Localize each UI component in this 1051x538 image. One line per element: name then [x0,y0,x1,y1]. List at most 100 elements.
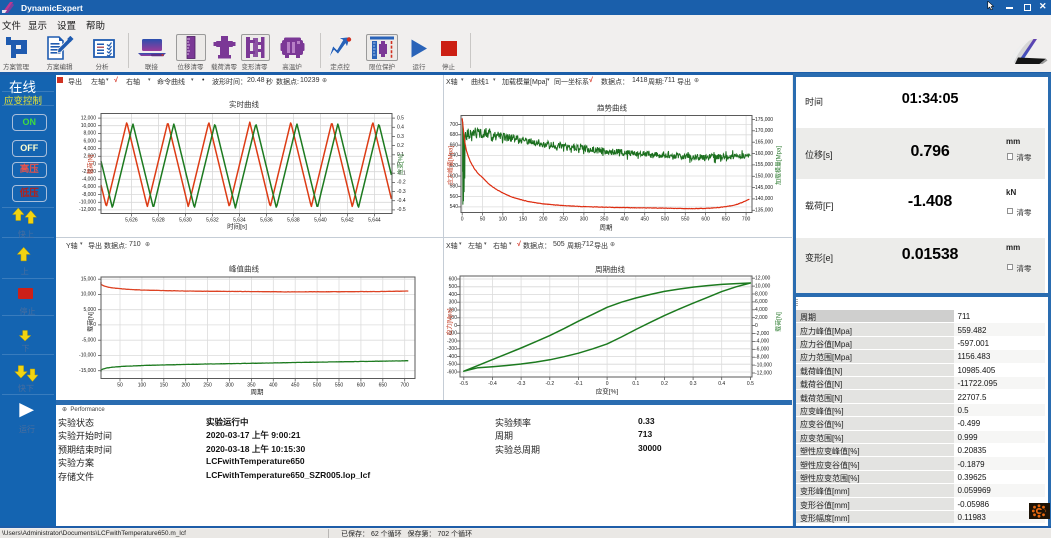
svg-text:200: 200 [182,383,191,389]
svg-text:5,628: 5,628 [152,217,165,223]
svg-text:0.4: 0.4 [718,381,725,387]
svg-text:0.2: 0.2 [397,142,404,148]
svg-text:5,632: 5,632 [206,217,219,223]
svg-text:650: 650 [722,216,731,222]
svg-text:应力[Mpa]: 应力[Mpa] [446,308,454,335]
svg-text:-0.3: -0.3 [517,381,526,387]
svg-text:250: 250 [203,383,212,389]
svg-text:175,000: 175,000 [755,116,773,122]
svg-text:300: 300 [449,300,458,306]
svg-text:5,640: 5,640 [314,217,327,223]
svg-text:-0.4: -0.4 [397,198,406,204]
svg-text:500: 500 [661,216,670,222]
svg-text:4,000: 4,000 [755,307,768,313]
svg-text:100: 100 [499,216,508,222]
svg-text:趋势曲线: 趋势曲线 [597,102,627,112]
svg-text:450: 450 [291,383,300,389]
svg-text:165,000: 165,000 [755,139,773,145]
svg-text:5,636: 5,636 [260,217,273,223]
svg-text:-12,000: -12,000 [79,207,96,213]
svg-text:0: 0 [606,381,609,387]
svg-text:650: 650 [379,383,388,389]
svg-text:周期: 周期 [251,388,265,396]
svg-text:-0.5: -0.5 [459,381,468,387]
svg-text:600: 600 [449,276,458,282]
svg-text:4,000: 4,000 [83,146,96,152]
svg-text:550: 550 [335,383,344,389]
svg-text:-6,000: -6,000 [755,347,769,353]
svg-text:0.3: 0.3 [397,133,404,139]
svg-text:350: 350 [247,383,256,389]
svg-text:-5,000: -5,000 [82,338,96,344]
svg-text:6,000: 6,000 [83,138,96,144]
svg-text:700: 700 [742,216,751,222]
svg-text:160,000: 160,000 [755,150,773,156]
svg-text:-300: -300 [447,346,457,352]
svg-text:0.1: 0.1 [632,381,639,387]
svg-text:540: 540 [450,204,459,210]
svg-text:5,630: 5,630 [179,217,192,223]
svg-text:350: 350 [600,216,609,222]
svg-text:-15,000: -15,000 [79,368,96,374]
svg-text:-0.2: -0.2 [545,381,554,387]
svg-text:时间[s]: 时间[s] [227,221,247,230]
svg-text:-4,000: -4,000 [755,339,769,345]
svg-text:500: 500 [313,383,322,389]
svg-text:应变[%]: 应变[%] [596,387,619,396]
svg-text:700: 700 [401,383,410,389]
svg-text:170,000: 170,000 [755,128,773,134]
svg-text:5,642: 5,642 [341,217,354,223]
svg-text:150: 150 [160,383,169,389]
svg-text:700: 700 [450,121,459,127]
svg-text:-0.4: -0.4 [488,381,497,387]
svg-text:-500: -500 [447,362,457,368]
svg-text:10,000: 10,000 [81,123,97,129]
svg-text:应力峰值[Mpa]: 应力峰值[Mpa] [447,145,455,184]
svg-text:0: 0 [454,323,457,329]
svg-text:250: 250 [559,216,568,222]
svg-text:-10,000: -10,000 [79,199,96,205]
svg-text:-12,000: -12,000 [755,370,772,376]
svg-text:300: 300 [225,383,234,389]
svg-text:600: 600 [357,383,366,389]
svg-text:0.5: 0.5 [397,115,404,121]
svg-text:-600: -600 [447,369,457,375]
svg-text:50: 50 [480,216,486,222]
svg-text:加载模量[Mpa]: 加载模量[Mpa] [775,145,783,184]
svg-text:6,000: 6,000 [755,299,768,305]
svg-text:200: 200 [539,216,548,222]
svg-text:0.4: 0.4 [397,124,404,130]
svg-text:560: 560 [450,193,459,199]
svg-text:10,000: 10,000 [755,283,771,289]
svg-text:0.3: 0.3 [690,381,697,387]
svg-text:5,000: 5,000 [83,307,96,313]
svg-text:-200: -200 [447,338,457,344]
svg-text:载荷[N]: 载荷[N] [87,312,95,332]
svg-text:应变[%]: 应变[%] [397,153,405,174]
svg-text:周期: 周期 [600,223,614,231]
svg-text:载荷[N]: 载荷[N] [775,312,783,332]
svg-text:峰值曲线: 峰值曲线 [229,264,259,274]
svg-text:0: 0 [461,216,464,222]
svg-text:500: 500 [449,284,458,290]
svg-text:400: 400 [620,216,629,222]
svg-text:-6,000: -6,000 [82,184,96,190]
svg-text:10,000: 10,000 [81,292,97,298]
svg-text:600: 600 [701,216,710,222]
svg-text:0: 0 [755,323,758,329]
svg-text:50: 50 [117,383,123,389]
svg-text:450: 450 [641,216,650,222]
svg-text:8,000: 8,000 [83,130,96,136]
svg-text:0.5: 0.5 [747,381,754,387]
svg-text:400: 400 [269,383,278,389]
svg-text:145,000: 145,000 [755,184,773,190]
svg-text:5,626: 5,626 [125,217,138,223]
svg-text:实时曲线: 实时曲线 [229,99,259,109]
svg-text:-0.1: -0.1 [574,381,583,387]
svg-text:680: 680 [450,132,459,138]
svg-text:100: 100 [138,383,147,389]
svg-text:-2,000: -2,000 [755,331,769,337]
svg-text:-400: -400 [447,354,457,360]
svg-text:8,000: 8,000 [755,291,768,297]
svg-text:150,000: 150,000 [755,173,773,179]
